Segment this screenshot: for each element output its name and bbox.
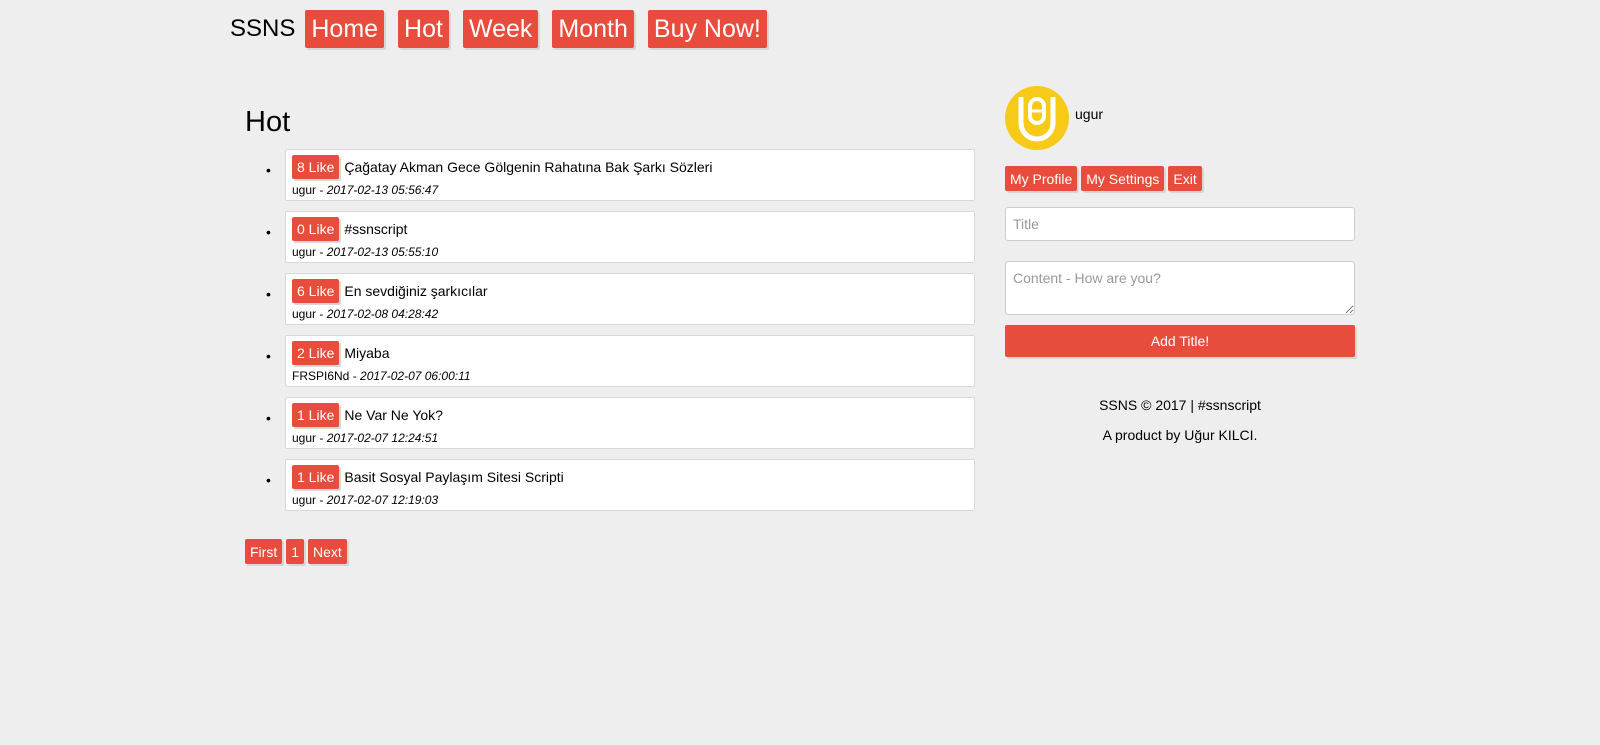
post-item: • 2 Like Miyaba FRSPI6Nd - 2017-02-07 06… [266,335,975,387]
post-author[interactable]: ugur [292,245,316,259]
brand-logo-text[interactable]: SSNS [230,15,295,43]
username-link[interactable]: ugur [1075,106,1103,122]
post-date: 2017-02-08 04:28:42 [326,307,439,321]
like-button[interactable]: 0 Like [292,217,340,241]
post-date: 2017-02-13 05:55:10 [326,245,439,259]
like-button[interactable]: 8 Like [292,155,340,179]
page-1-button[interactable]: 1 [286,539,305,564]
post-item: • 8 Like Çağatay Akman Gece Gölgenin Rah… [266,149,975,201]
post-date: 2017-02-07 12:24:51 [326,431,439,445]
pagination: First 1 Next [245,539,351,564]
bullet-icon: • [266,224,271,240]
main-content: Hot • 8 Like Çağatay Akman Gece Gölgenin… [245,100,975,521]
post-item: • 6 Like En sevdiğiniz şarkıcılar ugur -… [266,273,975,325]
nav-home-button[interactable]: Home [305,10,385,48]
bullet-icon: • [266,410,271,426]
avatar[interactable] [1005,86,1069,150]
footer-copyright: SSNS © 2017 | #ssnscript [1099,397,1261,413]
bullet-icon: • [266,286,271,302]
post-title-link[interactable]: #ssnscript [344,221,407,237]
nav-week-button[interactable]: Week [462,10,539,48]
post-item: • 1 Like Basit Sosyal Paylaşım Sitesi Sc… [266,459,975,511]
post-date: 2017-02-07 12:19:03 [326,493,439,507]
like-button[interactable]: 2 Like [292,341,340,365]
user-info: ugur [1005,86,1355,150]
add-title-button[interactable]: Add Title! [1005,325,1355,357]
post-meta: ugur - 2017-02-07 12:19:03 [292,493,439,507]
bullet-icon: • [266,472,271,488]
post-meta: ugur - 2017-02-13 05:56:47 [292,183,439,197]
post-title-link[interactable]: Miyaba [344,345,389,361]
bullet-icon: • [266,162,271,178]
next-page-button[interactable]: Next [308,539,347,564]
post-meta: FRSPI6Nd - 2017-02-07 06:00:11 [292,369,471,383]
like-button[interactable]: 1 Like [292,465,340,489]
post-list: • 8 Like Çağatay Akman Gece Gölgenin Rah… [245,149,975,511]
account-actions: My Profile My Settings Exit [1005,166,1355,191]
post-author[interactable]: ugur [292,307,316,321]
post-meta: ugur - 2017-02-07 12:24:51 [292,431,439,445]
title-input[interactable] [1005,207,1355,241]
post-author[interactable]: ugur [292,431,316,445]
user-logo-icon [1018,97,1056,142]
my-profile-button[interactable]: My Profile [1005,166,1078,191]
like-button[interactable]: 6 Like [292,279,340,303]
post-meta: ugur - 2017-02-13 05:55:10 [292,245,439,259]
nav-month-button[interactable]: Month [552,10,634,48]
top-navigation: SSNS Home Hot Week Month Buy Now! [230,10,767,48]
footer-credit: A product by Uğur KILCI. [1102,427,1258,443]
post-author[interactable]: FRSPI6Nd [292,369,349,383]
exit-button[interactable]: Exit [1168,166,1202,191]
page-title: Hot [245,106,291,138]
my-settings-button[interactable]: My Settings [1081,166,1165,191]
post-date: 2017-02-13 05:56:47 [326,183,439,197]
bullet-icon: • [266,348,271,364]
sidebar: ugur My Profile My Settings Exit Add Tit… [1005,86,1355,457]
post-item: • 1 Like Ne Var Ne Yok? ugur - 2017-02-0… [266,397,975,449]
post-author[interactable]: ugur [292,183,316,197]
post-date: 2017-02-07 06:00:11 [360,369,471,383]
post-title-link[interactable]: Çağatay Akman Gece Gölgenin Rahatına Bak… [344,159,712,175]
first-page-button[interactable]: First [245,539,283,564]
post-item: • 0 Like #ssnscript ugur - 2017-02-13 05… [266,211,975,263]
content-textarea[interactable] [1005,261,1355,315]
like-button[interactable]: 1 Like [292,403,340,427]
post-author[interactable]: ugur [292,493,316,507]
post-title-link[interactable]: En sevdiğiniz şarkıcılar [344,283,487,299]
footer: SSNS © 2017 | #ssnscript A product by Uğ… [1005,397,1355,443]
nav-buy-now-button[interactable]: Buy Now! [647,10,767,48]
post-title-link[interactable]: Ne Var Ne Yok? [344,407,443,423]
post-title-link[interactable]: Basit Sosyal Paylaşım Sitesi Scripti [344,469,563,485]
nav-hot-button[interactable]: Hot [398,10,449,48]
post-meta: ugur - 2017-02-08 04:28:42 [292,307,439,321]
